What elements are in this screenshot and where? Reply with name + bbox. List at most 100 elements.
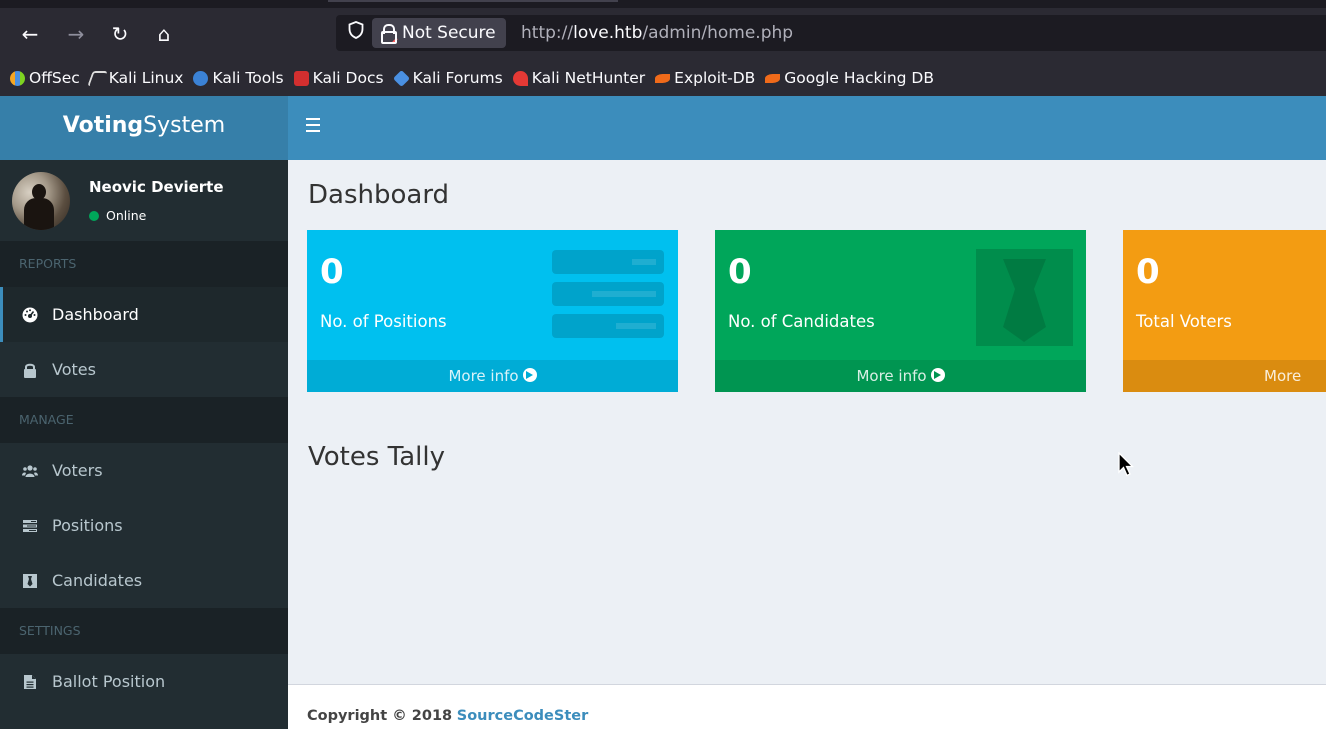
url-bar[interactable]: Not Secure http://love.htb/admin/home.ph… (336, 15, 1326, 51)
sidebar-header-reports: REPORTS (0, 241, 288, 287)
back-arrow-icon[interactable]: ← (16, 20, 44, 48)
reload-icon[interactable]: ↻ (106, 20, 134, 48)
sidebar-header-manage: MANAGE (0, 397, 288, 443)
sidebar-item-dashboard[interactable]: Dashboard (0, 287, 288, 342)
positions-more-info-link[interactable]: More info (307, 360, 678, 392)
url-scheme: http:// (521, 23, 574, 43)
voters-count: 0 (1136, 252, 1160, 292)
positions-label: No. of Positions (320, 312, 447, 331)
user-status-label: Online (106, 208, 147, 223)
url-text[interactable]: http://love.htb/admin/home.php (521, 15, 793, 51)
arrow-circle-right-icon (930, 368, 945, 382)
copyright-text: Copyright © 2018 (307, 708, 453, 724)
content-area: Dashboard 0 No. of Positions More info 0… (288, 160, 1326, 684)
app-logo[interactable]: VotingSystem (0, 96, 288, 160)
bookmark-label: Kali Linux (108, 69, 184, 87)
sidebar-item-votes[interactable]: Votes (0, 342, 288, 397)
kali-forums-icon (392, 69, 410, 87)
security-label: Not Secure (402, 23, 496, 43)
avatar (12, 172, 70, 230)
footer: Copyright © 2018 SourceCodeSter (288, 684, 1326, 729)
file-text-icon (24, 675, 36, 689)
ghdb-icon (765, 73, 781, 83)
kali-dragon-icon (87, 70, 108, 86)
bookmark-label: Exploit-DB (674, 69, 756, 87)
bookmark-kali-tools[interactable]: Kali Tools (193, 69, 284, 87)
candidates-label: No. of Candidates (728, 312, 875, 331)
bookmark-exploit-db[interactable]: Exploit-DB (655, 69, 755, 87)
positions-count: 0 (320, 252, 344, 292)
dashboard-icon (22, 307, 38, 323)
sidebar-item-ballot-position[interactable]: Ballot Position (0, 654, 288, 709)
bookmark-label: Kali Docs (312, 69, 384, 87)
bookmark-label: Kali NetHunter (531, 69, 646, 87)
mouse-cursor-icon (1118, 452, 1134, 477)
user-panel: Neovic Devierte Online (0, 160, 288, 240)
bookmark-label: Kali Tools (212, 69, 284, 87)
sidebar-item-label: Dashboard (52, 305, 139, 324)
bookmark-google-hacking-db[interactable]: Google Hacking DB (765, 69, 934, 87)
online-dot-icon (89, 210, 99, 221)
bookmark-kali-nethunter[interactable]: Kali NetHunter (512, 69, 646, 87)
logo-rest: System (143, 113, 226, 138)
page-title: Dashboard (308, 180, 450, 210)
kali-docs-icon (293, 70, 309, 86)
bookmark-label: Kali Forums (412, 69, 503, 87)
exploit-db-icon (655, 73, 671, 83)
sidebar-toggle-icon[interactable] (306, 118, 320, 134)
black-tie-icon (23, 574, 37, 588)
user-status: Online (89, 208, 146, 223)
nethunter-icon (512, 70, 528, 86)
arrow-circle-right-icon (522, 368, 537, 382)
bookmark-label: OffSec (29, 69, 80, 87)
tasks-icon (552, 250, 664, 338)
browser-toolbar: ← → ↻ ⌂ Not Secure http://love.htb/admin… (0, 8, 1326, 60)
more-info-label: More info (448, 367, 519, 385)
active-tab-edge (328, 0, 618, 2)
logo-bold: Voting (62, 113, 144, 138)
forward-arrow-icon[interactable]: → (62, 20, 90, 48)
voters-label: Total Voters (1136, 312, 1232, 331)
security-indicator[interactable]: Not Secure (372, 18, 506, 48)
url-host: love.htb (573, 23, 643, 43)
sidebar-header-settings: SETTINGS (0, 608, 288, 654)
browser-tab-strip (0, 0, 1326, 8)
sidebar-item-label: Voters (52, 461, 103, 480)
sidebar-item-voters[interactable]: Voters (0, 443, 288, 498)
user-name: Neovic Devierte (89, 178, 224, 196)
more-info-label: More info (1264, 367, 1302, 385)
offsec-icon (10, 70, 25, 86)
sourcecodester-link[interactable]: SourceCodeSter (457, 708, 588, 724)
more-info-label: More info (856, 367, 927, 385)
candidates-more-info-link[interactable]: More info (715, 360, 1086, 392)
tasks-icon (23, 520, 37, 532)
home-icon[interactable]: ⌂ (150, 20, 178, 48)
sidebar-item-label: Ballot Position (52, 672, 166, 691)
sidebar-item-label: Votes (52, 360, 96, 379)
insecure-lock-icon (380, 24, 398, 45)
bookmark-kali-docs[interactable]: Kali Docs (293, 69, 384, 87)
lock-icon (24, 363, 36, 378)
sidebar: Neovic Devierte Online REPORTS Dashboard… (0, 160, 288, 729)
bookmark-label: Google Hacking DB (784, 69, 934, 87)
sidebar-item-candidates[interactable]: Candidates (0, 553, 288, 608)
sidebar-item-positions[interactable]: Positions (0, 498, 288, 553)
users-icon (22, 465, 38, 477)
url-path: /admin/home.php (642, 23, 794, 43)
black-tie-icon (976, 249, 1073, 346)
positions-stat-box: 0 No. of Positions More info (307, 230, 678, 392)
bookmark-offsec[interactable]: OffSec (10, 69, 80, 87)
bookmark-kali-forums[interactable]: Kali Forums (392, 69, 503, 87)
sidebar-item-label: Candidates (52, 571, 143, 590)
bookmark-kali-linux[interactable]: Kali Linux (87, 69, 184, 87)
voters-stat-box: 0 Total Voters More info (1123, 230, 1326, 392)
tracking-shield-icon[interactable] (344, 21, 368, 45)
candidates-stat-box: 0 No. of Candidates More info (715, 230, 1086, 392)
voters-more-info-link[interactable]: More info (1123, 360, 1326, 392)
kali-tools-icon (193, 70, 209, 86)
bookmarks-toolbar: OffSec Kali Linux Kali Tools Kali Docs K… (0, 60, 1326, 96)
votes-tally-title: Votes Tally (308, 442, 446, 472)
top-navbar (288, 96, 1326, 160)
candidates-count: 0 (728, 252, 752, 292)
sidebar-item-label: Positions (52, 516, 123, 535)
